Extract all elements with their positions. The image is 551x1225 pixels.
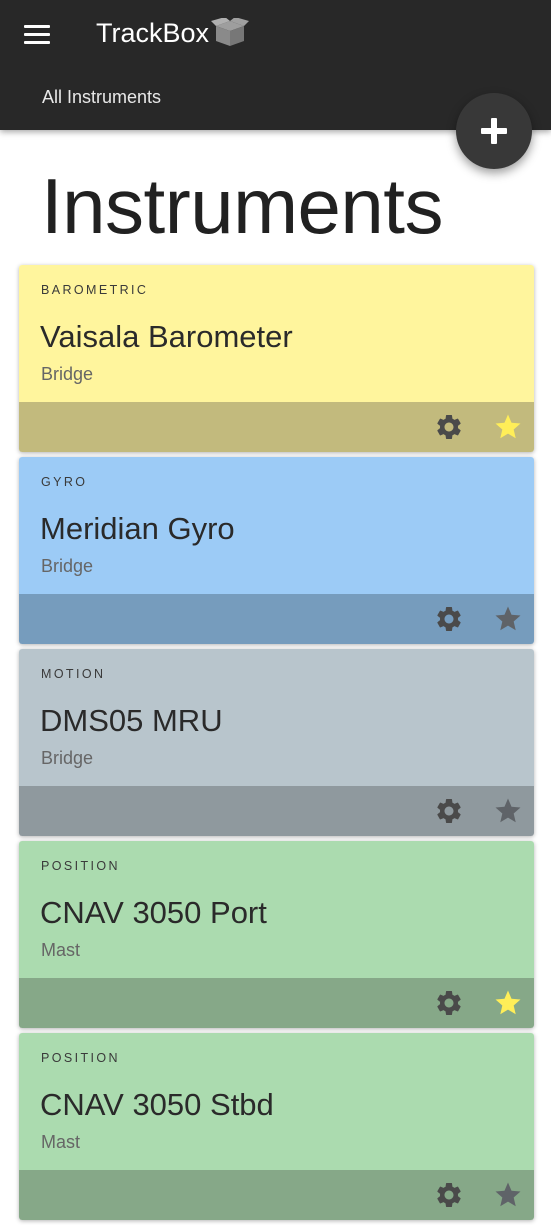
instrument-card[interactable]: POSITION CNAV 3050 Stbd Mast (19, 1033, 534, 1220)
star-icon[interactable] (493, 412, 523, 442)
gear-icon[interactable] (434, 604, 464, 634)
hamburger-menu-icon[interactable] (24, 25, 50, 45)
page-title: Instruments (41, 162, 443, 250)
add-instrument-button[interactable] (456, 93, 532, 169)
instrument-name: Vaisala Barometer (40, 319, 293, 354)
instrument-location: Mast (41, 1132, 81, 1152)
gear-icon[interactable] (434, 988, 464, 1018)
instrument-card-actions (19, 978, 534, 1028)
instrument-name: CNAV 3050 Stbd (40, 1087, 274, 1122)
instrument-card-body[interactable]: POSITION CNAV 3050 Port Mast (19, 841, 534, 978)
instrument-type: BAROMETRIC (41, 283, 149, 297)
instrument-card[interactable]: GYRO Meridian Gyro Bridge (19, 457, 534, 644)
instrument-name: DMS05 MRU (40, 703, 223, 738)
instrument-card-actions (19, 1170, 534, 1220)
instrument-list: BAROMETRIC Vaisala Barometer Bridge GYRO Mer… (19, 265, 534, 1225)
instrument-name: Meridian Gyro (40, 511, 235, 546)
instrument-card[interactable]: MOTION DMS05 MRU Bridge (19, 649, 534, 836)
instrument-type: POSITION (41, 859, 120, 873)
instrument-card-actions (19, 594, 534, 644)
instrument-location: Bridge (41, 364, 94, 384)
instrument-card-actions (19, 402, 534, 452)
instrument-card[interactable]: BAROMETRIC Vaisala Barometer Bridge (19, 265, 534, 452)
app-title-text: TrackBox (96, 18, 210, 48)
instrument-card-body[interactable]: POSITION CNAV 3050 Stbd Mast (19, 1033, 534, 1170)
plus-icon (481, 118, 507, 144)
gear-icon[interactable] (434, 796, 464, 826)
gear-icon[interactable] (434, 412, 464, 442)
instrument-location: Mast (41, 940, 81, 960)
breadcrumb-all-instruments[interactable]: All Instruments (42, 86, 161, 108)
star-icon[interactable] (493, 1180, 523, 1210)
star-icon[interactable] (493, 604, 523, 634)
instrument-location: Bridge (41, 556, 94, 576)
instrument-card-body[interactable]: MOTION DMS05 MRU Bridge (19, 649, 534, 786)
instrument-card[interactable]: POSITION CNAV 3050 Port Mast (19, 841, 534, 1028)
instrument-type: GYRO (41, 475, 88, 489)
instrument-location: Bridge (41, 748, 94, 768)
instrument-name: CNAV 3050 Port (40, 895, 267, 930)
instrument-type: POSITION (41, 1051, 120, 1065)
instrument-card-actions (19, 786, 534, 836)
app-title[interactable]: TrackBox (96, 16, 250, 50)
instrument-card-body[interactable]: BAROMETRIC Vaisala Barometer Bridge (19, 265, 534, 402)
instrument-type: MOTION (41, 667, 106, 681)
star-icon[interactable] (493, 796, 523, 826)
gear-icon[interactable] (434, 1180, 464, 1210)
star-icon[interactable] (493, 988, 523, 1018)
box-icon (211, 18, 250, 46)
instrument-card-body[interactable]: GYRO Meridian Gyro Bridge (19, 457, 534, 594)
